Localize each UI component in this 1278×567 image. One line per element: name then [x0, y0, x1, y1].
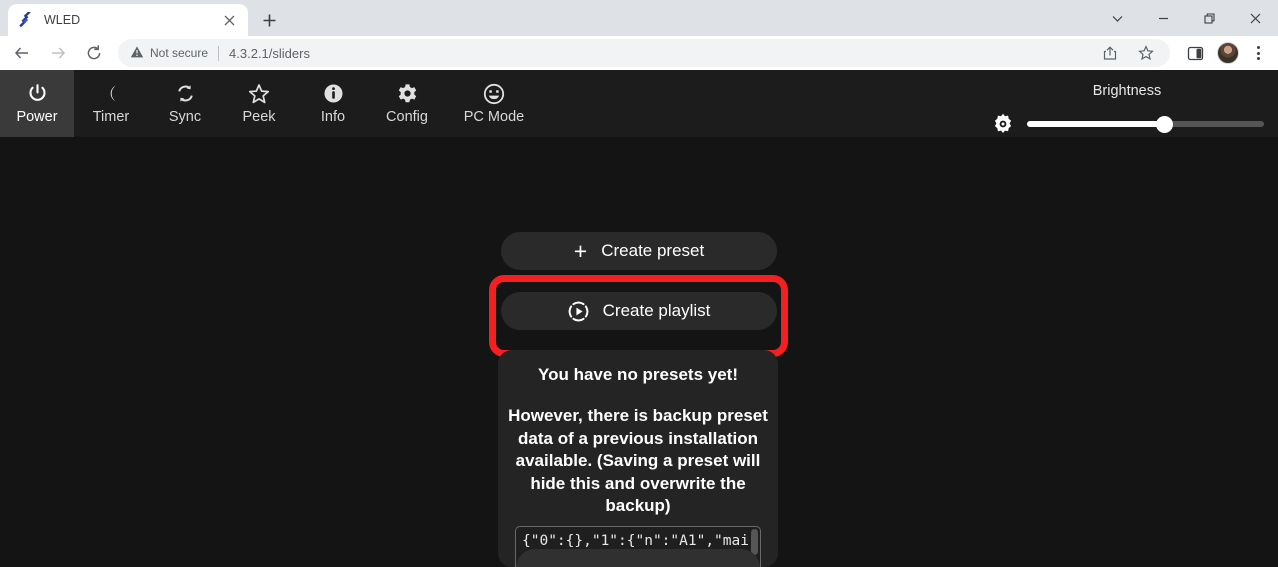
- presets-content: + Create preset Create playlist You have…: [0, 137, 1278, 567]
- nav-label: PC Mode: [463, 108, 525, 125]
- create-playlist-button[interactable]: Create playlist: [501, 292, 777, 330]
- browser-toolbar-actions: [1178, 39, 1278, 67]
- create-playlist-label: Create playlist: [602, 301, 711, 320]
- security-status[interactable]: Not secure: [130, 45, 208, 62]
- slider-thumb[interactable]: [1155, 115, 1173, 133]
- gear-icon: [397, 83, 418, 105]
- nav-item-pc-mode[interactable]: PC Mode: [444, 70, 544, 137]
- avatar[interactable]: [1217, 42, 1239, 64]
- nav-label: Info: [320, 108, 346, 125]
- wled-app: Power Timer Sync Peek Info Config PC Mod…: [0, 70, 1278, 567]
- kebab-menu-icon[interactable]: [1247, 39, 1269, 67]
- url-text: 4.3.2.1/sliders: [229, 45, 310, 61]
- chevron-down-icon[interactable]: [1094, 0, 1140, 36]
- plus-icon: +: [573, 237, 588, 264]
- nav-item-power[interactable]: Power: [0, 70, 74, 137]
- nav-label: Peek: [242, 108, 276, 125]
- tab-title: WLED: [44, 13, 81, 27]
- close-icon[interactable]: [1232, 0, 1278, 36]
- play-circle-icon: [568, 301, 589, 322]
- omnibox-actions: [1092, 39, 1164, 67]
- nav-label: Power: [16, 108, 58, 125]
- brightness-slider[interactable]: [1027, 115, 1264, 133]
- backup-preset-panel: You have no presets yet! However, there …: [498, 350, 778, 567]
- star-icon: [248, 83, 270, 105]
- forward-arrow-icon: [44, 39, 72, 67]
- nav-label: Config: [386, 108, 428, 125]
- warning-triangle-icon: [130, 45, 144, 62]
- browser-tab[interactable]: WLED: [8, 4, 248, 36]
- create-preset-button[interactable]: + Create preset: [501, 232, 777, 270]
- power-icon: [27, 83, 48, 105]
- security-label: Not secure: [150, 46, 209, 60]
- browser-chrome: WLED Not secure 4.3.2.1/sliders: [0, 0, 1278, 70]
- minimize-icon[interactable]: [1140, 0, 1186, 36]
- nav-item-info[interactable]: Info: [296, 70, 370, 137]
- nav-label: Timer: [92, 108, 130, 125]
- sync-icon: [175, 83, 196, 105]
- brightness-control: Brightness: [988, 70, 1266, 137]
- star-icon[interactable]: [1132, 39, 1160, 67]
- close-icon[interactable]: [220, 11, 238, 29]
- back-arrow-icon[interactable]: [8, 39, 36, 67]
- brightness-slider-row: [988, 111, 1266, 137]
- brightness-sun-icon: [990, 111, 1016, 137]
- slider-fill: [1027, 121, 1165, 127]
- restore-icon[interactable]: [1186, 0, 1232, 36]
- window-controls: [1094, 0, 1278, 36]
- nav-item-sync[interactable]: Sync: [148, 70, 222, 137]
- share-icon[interactable]: [1096, 39, 1124, 67]
- nav-item-timer[interactable]: Timer: [74, 70, 148, 137]
- wled-logo-icon: [18, 10, 35, 29]
- reload-icon[interactable]: [80, 39, 108, 67]
- create-preset-label: Create preset: [601, 241, 705, 260]
- smiley-icon: [483, 83, 505, 105]
- panel-body: However, there is backup preset data of …: [508, 406, 768, 516]
- app-toolbar: Power Timer Sync Peek Info Config PC Mod…: [0, 70, 1278, 137]
- panel-heading: You have no presets yet!: [538, 365, 738, 384]
- app-nav: Power Timer Sync Peek Info Config PC Mod…: [0, 70, 544, 137]
- info-icon: [323, 83, 344, 105]
- brightness-label: Brightness: [1092, 83, 1162, 99]
- nav-item-config[interactable]: Config: [370, 70, 444, 137]
- address-bar[interactable]: Not secure 4.3.2.1/sliders: [118, 39, 1170, 67]
- restore-backup-button[interactable]: [516, 549, 760, 567]
- navigation-bar: Not secure 4.3.2.1/sliders: [0, 36, 1278, 70]
- tab-strip: WLED: [0, 0, 1278, 36]
- nav-item-peek[interactable]: Peek: [222, 70, 296, 137]
- nav-label: Sync: [168, 108, 202, 125]
- textarea-scrollbar[interactable]: [751, 528, 758, 555]
- new-tab-button[interactable]: [256, 7, 282, 33]
- omnibox-divider: [218, 45, 220, 61]
- moon-icon: [101, 83, 122, 105]
- side-panel-icon[interactable]: [1181, 39, 1209, 67]
